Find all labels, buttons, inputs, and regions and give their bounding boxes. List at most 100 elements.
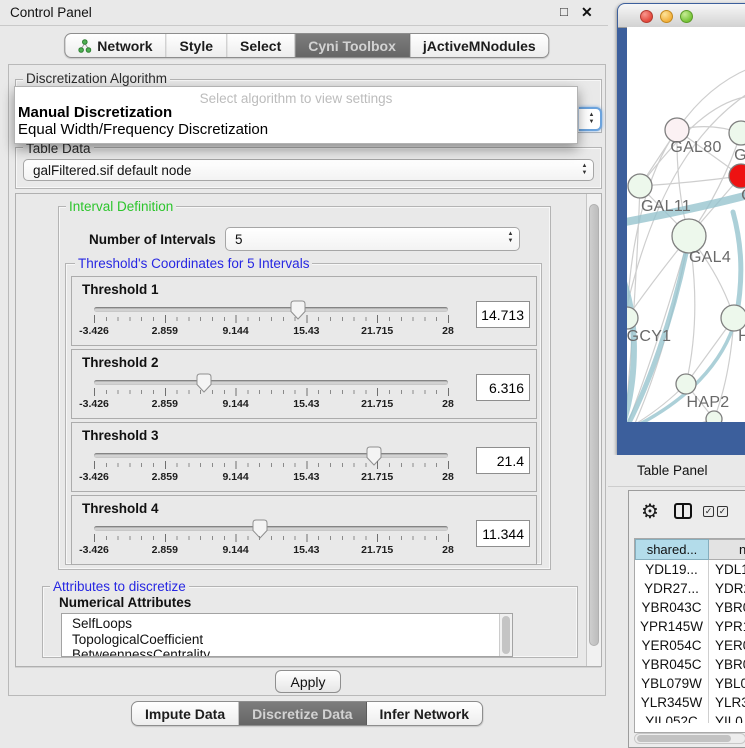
slider-track[interactable] xyxy=(94,307,448,312)
tab-infer-network[interactable]: Infer Network xyxy=(367,702,482,725)
tick-label: 21.715 xyxy=(361,544,393,556)
table-cell: YBR0 xyxy=(709,655,745,674)
gear-icon[interactable]: ⚙ xyxy=(641,499,659,524)
tab-jactivemnodules[interactable]: jActiveMNodules xyxy=(410,34,549,57)
columns-icon[interactable] xyxy=(674,503,692,519)
network-node[interactable] xyxy=(729,121,745,145)
tick-label: -3.426 xyxy=(79,471,109,483)
table-cell: YBL079W xyxy=(635,674,709,693)
tab-discretize-data[interactable]: Discretize Data xyxy=(239,702,366,725)
tab-network[interactable]: Network xyxy=(65,34,166,57)
tab-label: Style xyxy=(180,38,213,54)
threshold-panel: Threshold 3 -3.4262.8599.14415.4321.7152… xyxy=(71,422,537,492)
tab-select[interactable]: Select xyxy=(227,34,295,57)
minimize-traffic-light[interactable] xyxy=(660,10,673,23)
slider-tick-labels: -3.4262.8599.14415.4321.71528 xyxy=(94,325,448,337)
slider-track[interactable] xyxy=(94,380,448,385)
table-horizontal-scrollbar[interactable] xyxy=(634,733,745,744)
network-window-titlebar[interactable] xyxy=(618,4,745,28)
table-panel: ⚙ ✓ ✓ shared... na YDL19...YDL1YDR27...Y… xyxy=(628,490,745,748)
apply-row: Apply xyxy=(15,667,601,695)
numerical-attributes-list[interactable]: SelfLoopsTopologicalCoefficientBetweenne… xyxy=(61,613,513,657)
popup-option-manual-discretization[interactable]: Manual Discretization xyxy=(15,104,577,121)
threshold-value-field[interactable] xyxy=(476,301,530,328)
popup-option-equal-width-frequency-discretization[interactable]: Equal Width/Frequency Discretization xyxy=(15,121,577,138)
network-graph xyxy=(627,27,745,422)
table-cell: YBR043C xyxy=(635,598,709,617)
table-row[interactable]: YPR145WYPR1 xyxy=(635,617,745,636)
column-header[interactable]: shared... xyxy=(635,539,709,560)
network-node-selected[interactable] xyxy=(729,164,745,188)
attribute-item-selfloops[interactable]: SelfLoops xyxy=(62,614,512,632)
column-header[interactable]: na xyxy=(709,539,745,560)
network-node[interactable] xyxy=(628,174,652,198)
node-label: GCY1 xyxy=(627,328,671,346)
panel-vertical-scrollbar[interactable] xyxy=(586,194,601,666)
table-cell: YDL19... xyxy=(635,560,709,579)
table-row[interactable]: YLR345WYLR3 xyxy=(635,693,745,712)
tick-label: 15.43 xyxy=(293,471,319,483)
threshold-slider[interactable]: -3.4262.8599.14415.4321.71528 xyxy=(94,372,448,418)
scrollbar-thumb[interactable] xyxy=(589,204,599,646)
scrollbar-thumb[interactable] xyxy=(502,616,510,654)
table-row[interactable]: YIL052CYIL0 xyxy=(635,712,745,723)
table-panel-title: Table Panel xyxy=(637,463,708,478)
threshold-label: Threshold 3 xyxy=(82,428,159,443)
threshold-slider[interactable]: -3.4262.8599.14415.4321.71528 xyxy=(94,518,448,564)
list-vertical-scrollbar[interactable] xyxy=(499,614,512,656)
tick-label: 9.144 xyxy=(222,471,248,483)
slider-tick-labels: -3.4262.8599.14415.4321.71528 xyxy=(94,471,448,483)
slider-track[interactable] xyxy=(94,526,448,531)
slider-ticks xyxy=(94,315,449,324)
table-data-combobox[interactable]: galFiltered.sif default node ▲▼ xyxy=(23,159,594,181)
tab-style[interactable]: Style xyxy=(167,34,227,57)
close-traffic-light[interactable] xyxy=(640,10,653,23)
table-row[interactable]: YDL19...YDL1 xyxy=(635,560,745,579)
float-icon[interactable]: □ xyxy=(560,4,568,19)
table-row[interactable]: YDR27...YDR2 xyxy=(635,579,745,598)
threshold-value-field[interactable] xyxy=(476,374,530,401)
spinner-arrows-icon: ▲▼ xyxy=(587,112,596,126)
network-node[interactable] xyxy=(627,307,638,329)
table-cell: YBL0 xyxy=(709,674,745,693)
zoom-traffic-light[interactable] xyxy=(680,10,693,23)
table-row[interactable]: YBR043CYBR0 xyxy=(635,598,745,617)
table-cell: YBR0 xyxy=(709,598,745,617)
checkbox-icon[interactable]: ✓ xyxy=(717,506,728,517)
network-canvas[interactable]: GAL80GACGAL11GAL4GCY1HHAP2 xyxy=(627,27,745,422)
network-node[interactable] xyxy=(676,374,696,394)
number-of-intervals-combobox[interactable]: 5 ▲▼ xyxy=(225,227,520,251)
scrollbar-thumb[interactable] xyxy=(637,735,731,742)
tick-label: 9.144 xyxy=(222,325,248,337)
checkbox-icon[interactable]: ✓ xyxy=(703,506,714,517)
spinner-arrows-icon: ▲▼ xyxy=(506,231,515,245)
discretization-algorithm-legend: Discretization Algorithm xyxy=(23,71,170,86)
tab-cyni-toolbox[interactable]: Cyni Toolbox xyxy=(295,34,410,57)
table-row[interactable]: YBL079WYBL0 xyxy=(635,674,745,693)
network-node[interactable] xyxy=(672,219,706,253)
attribute-item-topologicalcoefficient[interactable]: TopologicalCoefficient xyxy=(62,632,512,648)
slider-ticks xyxy=(94,461,449,470)
tick-label: 28 xyxy=(442,544,454,556)
tick-label: 28 xyxy=(442,325,454,337)
threshold-value-field[interactable] xyxy=(476,447,530,474)
apply-button[interactable]: Apply xyxy=(275,670,340,693)
table-row[interactable]: YER054CYER0 xyxy=(635,636,745,655)
threshold-panel: Threshold 2 -3.4262.8599.14415.4321.7152… xyxy=(71,349,537,419)
tab-impute-data[interactable]: Impute Data xyxy=(132,702,239,725)
tab-label: Impute Data xyxy=(145,706,225,722)
network-node[interactable] xyxy=(706,411,722,422)
tick-label: 9.144 xyxy=(222,544,248,556)
close-icon[interactable]: ✕ xyxy=(581,4,593,21)
panel-title: Control Panel xyxy=(10,5,92,20)
threshold-panel: Threshold 4 -3.4262.8599.14415.4321.7152… xyxy=(71,495,537,565)
threshold-slider[interactable]: -3.4262.8599.14415.4321.71528 xyxy=(94,445,448,491)
threshold-slider[interactable]: -3.4262.8599.14415.4321.71528 xyxy=(94,299,448,345)
algorithm-combobox[interactable]: ▲▼ xyxy=(579,107,602,131)
attribute-item-betweennesscentrality[interactable]: BetweennessCentrality xyxy=(62,647,512,657)
threshold-panel: Threshold 1 -3.4262.8599.14415.4321.7152… xyxy=(71,276,537,346)
slider-track[interactable] xyxy=(94,453,448,458)
table-cell: YER054C xyxy=(635,636,709,655)
table-row[interactable]: YBR045CYBR0 xyxy=(635,655,745,674)
threshold-value-field[interactable] xyxy=(476,520,530,547)
